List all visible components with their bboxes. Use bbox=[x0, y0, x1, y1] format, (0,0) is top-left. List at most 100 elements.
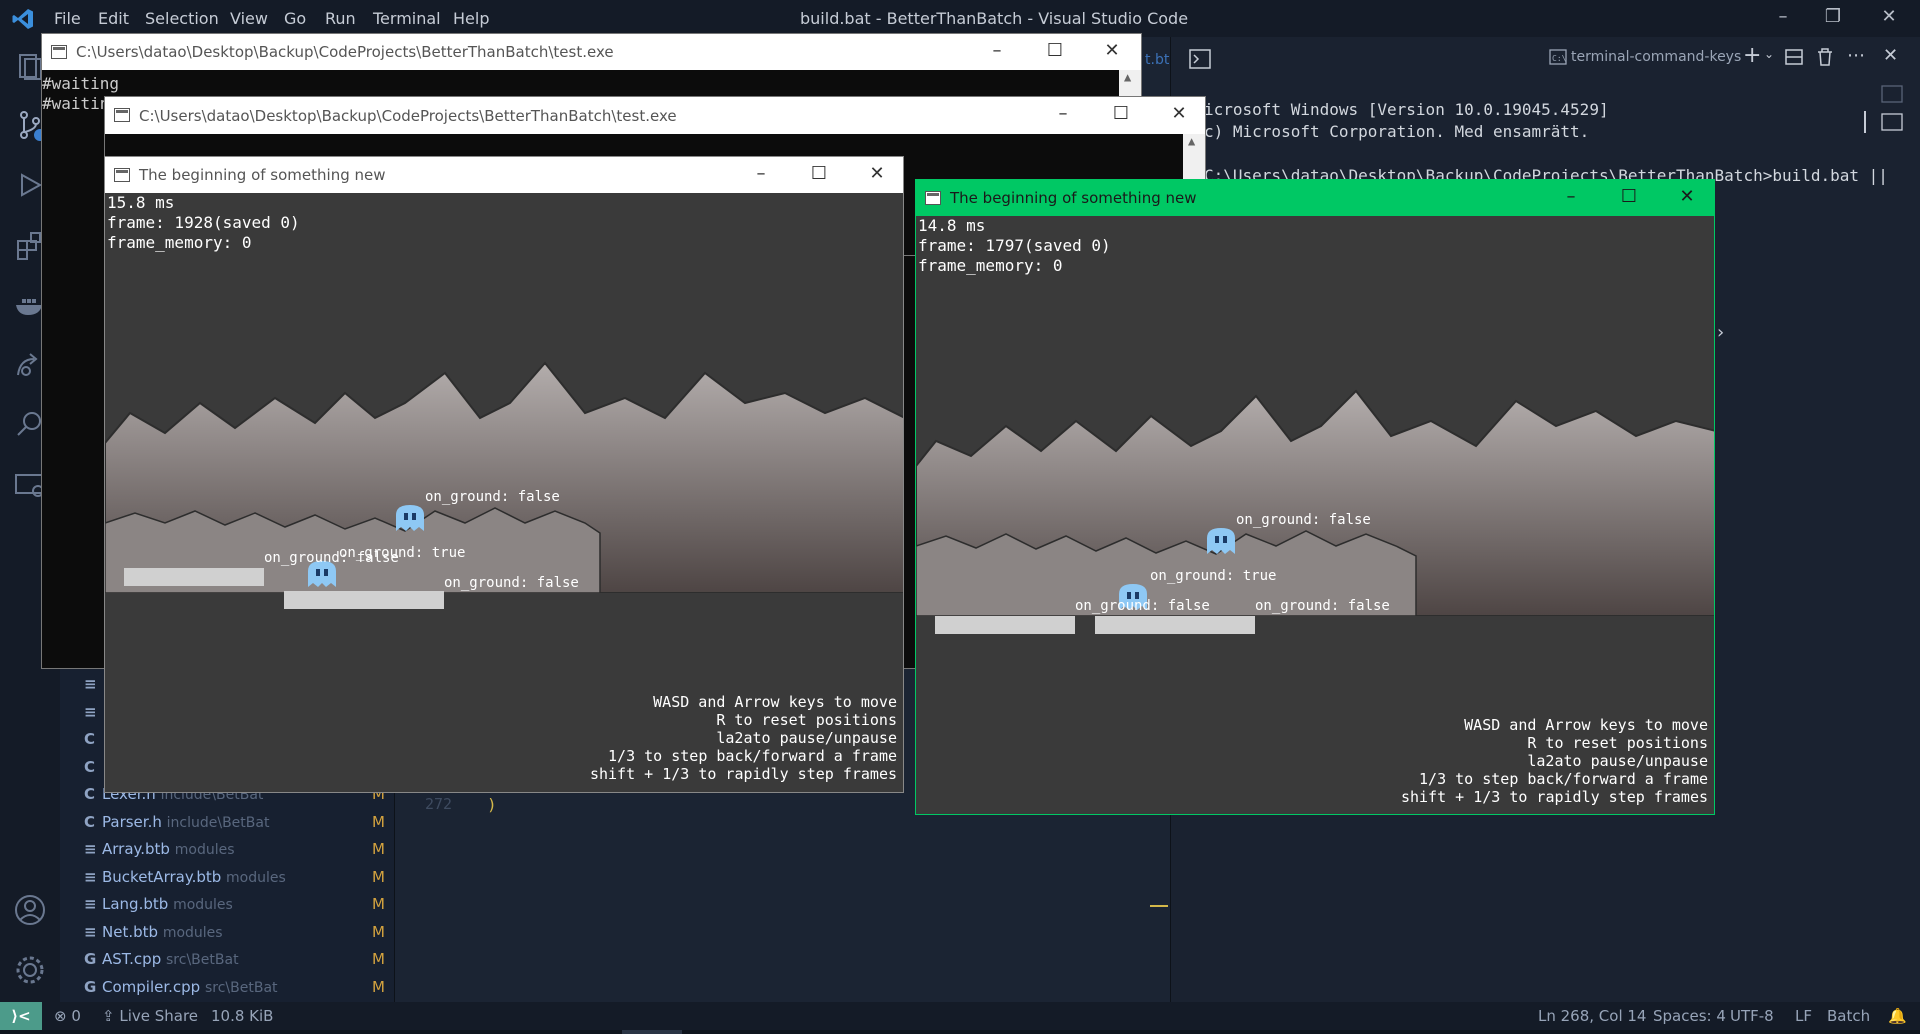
close-icon[interactable]: ✕ bbox=[1102, 40, 1122, 61]
help-line: R to reset positions bbox=[716, 711, 897, 729]
explorer-file-item[interactable]: ≡ Lang.btb modules M bbox=[84, 891, 404, 917]
explorer-file-item[interactable]: G AST.cpp src\BetBat M bbox=[84, 946, 404, 972]
maximize-icon[interactable]: ☐ bbox=[1111, 103, 1131, 124]
file-name: Array.btb bbox=[102, 840, 170, 858]
game-window-2[interactable]: The beginning of something new – ☐ ✕ 14.… bbox=[915, 179, 1715, 815]
close-icon[interactable]: ✕ bbox=[1874, 6, 1904, 30]
minimize-icon[interactable]: – bbox=[751, 163, 771, 184]
menu-view[interactable]: View bbox=[230, 9, 268, 29]
explorer-file-item[interactable]: ≡ Net.btb modules M bbox=[84, 919, 404, 945]
file-name: Parser.h bbox=[102, 812, 162, 831]
c-file-icon: C bbox=[84, 730, 96, 748]
settings-gear-icon[interactable] bbox=[12, 952, 48, 988]
editor-tab-fragment[interactable]: t.bt bbox=[1145, 52, 1169, 68]
terminal-list-item-icon[interactable] bbox=[1881, 85, 1903, 103]
remote-indicator-icon[interactable]: ⟩< bbox=[0, 1002, 42, 1030]
file-path: modules bbox=[162, 924, 223, 941]
close-icon[interactable]: ✕ bbox=[1677, 186, 1697, 207]
entity-label: on_ground: false bbox=[1236, 512, 1371, 528]
minimize-icon[interactable]: – bbox=[1561, 186, 1581, 207]
split-terminal-icon[interactable] bbox=[1785, 49, 1803, 65]
close-panel-icon[interactable]: ✕ bbox=[1883, 45, 1898, 66]
game-stat: frame_memory: 0 bbox=[107, 233, 252, 252]
minimize-icon[interactable]: – bbox=[1053, 103, 1073, 124]
console-line: #waitin bbox=[42, 94, 110, 113]
game-stat: frame_memory: 0 bbox=[918, 256, 1063, 275]
menu-selection[interactable]: Selection bbox=[145, 9, 219, 29]
entity-label: on_ground: false bbox=[1075, 598, 1210, 614]
cmd-terminal-icon: C:\ bbox=[1549, 49, 1567, 65]
game-2-titlebar[interactable]: The beginning of something new – ☐ ✕ bbox=[916, 180, 1714, 216]
vscode-titlebar: File Edit Selection View Go Run Terminal… bbox=[0, 0, 1920, 37]
problems-status[interactable]: ⊗ 0 bbox=[54, 1007, 81, 1025]
live-share-status[interactable]: ⇪ Live Share bbox=[102, 1007, 198, 1025]
live-share-icon: ⇪ bbox=[102, 1007, 120, 1025]
close-icon[interactable]: ✕ bbox=[1169, 103, 1189, 124]
file-size: 10.8 KiB bbox=[211, 1007, 274, 1025]
game-2-canvas[interactable]: 14.8 ms frame: 1797(saved 0) frame_memor… bbox=[916, 216, 1714, 814]
code-line[interactable]: ) bbox=[487, 795, 497, 814]
chevron-right-icon[interactable]: › bbox=[1717, 322, 1724, 343]
svg-text:C:\: C:\ bbox=[1552, 54, 1567, 63]
maximize-icon[interactable]: ☐ bbox=[809, 163, 829, 184]
terminal-line: c) Microsoft Corporation. Med ensamrätt. bbox=[1204, 122, 1590, 141]
new-terminal-icon[interactable]: + bbox=[1743, 43, 1761, 68]
file-name: AST.cpp bbox=[102, 950, 162, 968]
terminal-line: icrosoft Windows [Version 10.0.19045.452… bbox=[1204, 100, 1609, 119]
minimap-marker bbox=[1150, 905, 1168, 907]
menu-go[interactable]: Go bbox=[284, 9, 306, 29]
console-2-titlebar[interactable]: C:\Users\datao\Desktop\Backup\CodeProjec… bbox=[105, 97, 1205, 134]
menu-run[interactable]: Run bbox=[325, 9, 356, 29]
help-line: la2ato pause/unpause bbox=[1527, 752, 1708, 770]
explorer-file-item[interactable]: ≡ BucketArray.btb modules M bbox=[84, 864, 404, 890]
game-app-icon bbox=[114, 168, 130, 182]
scroll-up-icon[interactable]: ▲ bbox=[1124, 70, 1131, 84]
game-1-titlebar[interactable]: The beginning of something new – ☐ ✕ bbox=[105, 157, 903, 193]
live-share-label: Live Share bbox=[119, 1007, 199, 1025]
menu-help[interactable]: Help bbox=[453, 9, 489, 29]
explorer-file-item[interactable]: C Parser.h include\BetBat M bbox=[84, 809, 404, 835]
menu-terminal[interactable]: Terminal bbox=[373, 9, 441, 29]
game-1-canvas[interactable]: 15.8 ms frame: 1928(saved 0) frame_memor… bbox=[105, 193, 903, 792]
help-line: 1/3 to step back/forward a frame bbox=[1419, 770, 1708, 788]
platform bbox=[284, 591, 444, 609]
minimize-icon[interactable]: – bbox=[1768, 6, 1798, 30]
modified-badge: M bbox=[372, 895, 385, 913]
c-file-icon: C bbox=[84, 812, 96, 831]
trash-icon[interactable] bbox=[1817, 48, 1833, 66]
maximize-icon[interactable]: ☐ bbox=[1619, 186, 1639, 207]
indentation[interactable]: Spaces: 4 bbox=[1653, 1007, 1726, 1025]
explorer-file-item[interactable]: G Compiler.cpp src\BetBat M bbox=[84, 974, 404, 1000]
entity-label: on_ground: false bbox=[444, 575, 579, 591]
scroll-up-icon[interactable]: ▲ bbox=[1188, 134, 1195, 148]
language-mode[interactable]: Batch bbox=[1827, 1007, 1870, 1025]
menu-file[interactable]: File bbox=[54, 9, 81, 29]
terminal-icon bbox=[1189, 49, 1211, 69]
cpp-file-icon: G bbox=[84, 950, 97, 968]
console-1-title: C:\Users\datao\Desktop\Backup\CodeProjec… bbox=[76, 43, 614, 61]
terminal-tab-label[interactable]: terminal-command-keys bbox=[1571, 49, 1741, 65]
account-icon[interactable] bbox=[12, 892, 48, 928]
more-actions-icon[interactable]: ⋯ bbox=[1847, 45, 1865, 66]
game-stat: frame: 1928(saved 0) bbox=[107, 213, 300, 232]
maximize-icon[interactable]: ☐ bbox=[1045, 40, 1065, 61]
console-app-icon bbox=[51, 45, 67, 59]
terminal-list-item-active-icon[interactable] bbox=[1881, 113, 1903, 131]
notifications-icon[interactable]: 🔔 bbox=[1888, 1007, 1907, 1025]
console-1-titlebar[interactable]: C:\Users\datao\Desktop\Backup\CodeProjec… bbox=[42, 34, 1141, 70]
encoding[interactable]: UTF-8 bbox=[1730, 1007, 1774, 1025]
end-of-line[interactable]: LF bbox=[1795, 1007, 1812, 1025]
file-path: modules bbox=[173, 897, 233, 913]
explorer-file-item[interactable]: ≡ Array.btb modules M bbox=[84, 836, 404, 862]
close-icon[interactable]: ✕ bbox=[867, 163, 887, 184]
minimize-icon[interactable]: – bbox=[987, 40, 1007, 61]
menu-edit[interactable]: Edit bbox=[98, 9, 129, 29]
chevron-down-icon[interactable]: ⌄ bbox=[1764, 47, 1774, 61]
active-terminal-indicator bbox=[1864, 111, 1866, 133]
taskbar-indicator bbox=[622, 1030, 682, 1034]
game-window-1[interactable]: The beginning of something new – ☐ ✕ 15.… bbox=[104, 156, 904, 793]
cursor-position[interactable]: Ln 268, Col 14 bbox=[1538, 1007, 1646, 1025]
restore-icon[interactable]: ❐ bbox=[1818, 6, 1848, 30]
file-path: modules bbox=[226, 869, 286, 886]
help-line: WASD and Arrow keys to move bbox=[1464, 716, 1708, 734]
